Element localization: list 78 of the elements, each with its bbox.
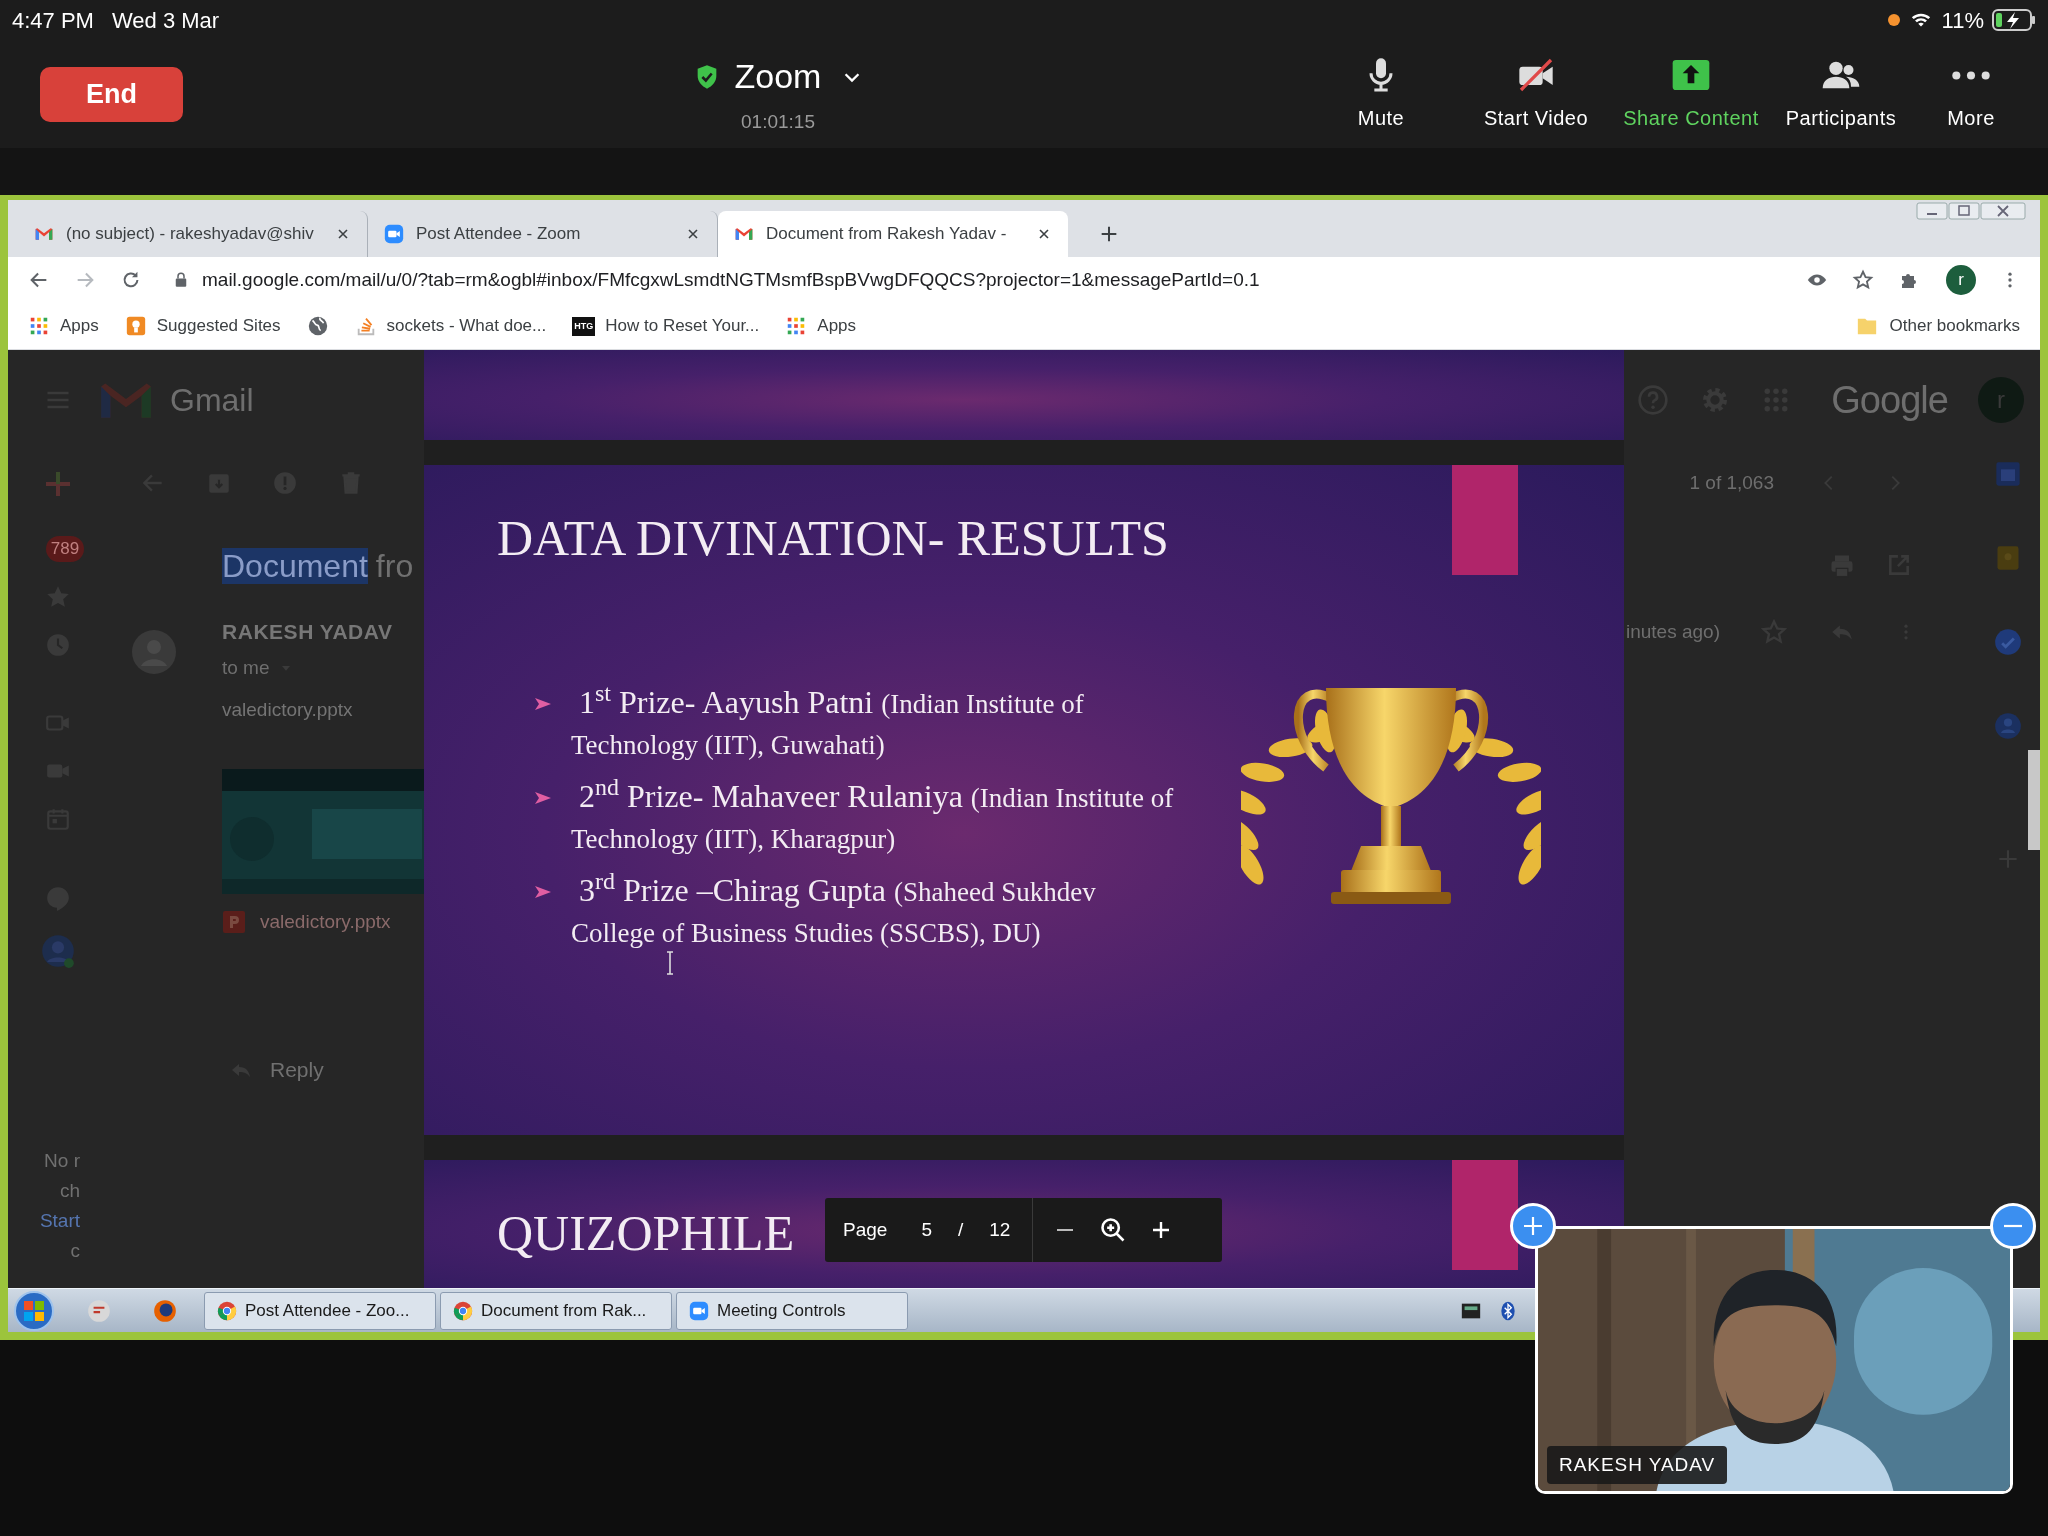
google-wordmark: Google xyxy=(1831,377,1948,423)
powerpoint-file-icon xyxy=(222,909,246,934)
taskbar-button[interactable]: Document from Rak... xyxy=(440,1291,672,1330)
suggested-sites-icon xyxy=(124,315,147,337)
more-icon xyxy=(1949,68,1993,83)
bookmark[interactable]: sockets - What doe... xyxy=(354,313,547,339)
sender-avatar-icon xyxy=(132,630,176,674)
taskbar-button[interactable]: Meeting Controls xyxy=(676,1291,908,1330)
page-number: 5 xyxy=(921,1217,932,1242)
minimize-icon[interactable] xyxy=(1916,202,1948,220)
page-label: Page xyxy=(843,1217,888,1242)
received-time: inutes ago) xyxy=(1626,620,1720,644)
calendar-app-icon[interactable] xyxy=(1994,460,2022,488)
maximize-icon[interactable] xyxy=(1948,202,1980,220)
unread-count-badge: 789 xyxy=(45,536,85,562)
compose-plus-icon[interactable] xyxy=(44,470,72,498)
bookmark[interactable] xyxy=(306,315,329,337)
meeting-control-button[interactable]: Share Content xyxy=(1616,55,1766,133)
start-orb-icon[interactable] xyxy=(14,1290,54,1331)
meeting-title: Zoom xyxy=(734,56,822,98)
message-body-text: valedictory.pptx xyxy=(222,698,353,722)
firefox-icon[interactable] xyxy=(152,1297,178,1324)
bullet-arrow-icon xyxy=(535,792,551,804)
bookmark[interactable]: Suggested Sites xyxy=(124,313,281,339)
tasks-app-icon[interactable] xyxy=(1994,628,2022,656)
cut-text: No r xyxy=(44,1149,80,1173)
bookmark[interactable]: Apps xyxy=(785,313,857,339)
slide-title: QUIZOPHILE xyxy=(497,1208,795,1258)
meeting-control-button[interactable]: More xyxy=(1916,56,2026,133)
cut-text: c xyxy=(70,1239,80,1263)
participant-name-label: RAKESH YADAV xyxy=(1547,1445,1728,1484)
video-camera-icon xyxy=(384,224,404,244)
status-date: Wed 3 Mar xyxy=(111,6,220,35)
bullet-arrow-icon xyxy=(535,698,551,710)
browser-tab[interactable]: Document from Rakesh Yadav - xyxy=(718,211,1068,257)
message-counter: 1 of 1,063 xyxy=(1689,470,1774,495)
contacts-app-icon[interactable] xyxy=(1994,712,2022,740)
recipient-text: to me xyxy=(222,655,270,680)
minus-icon xyxy=(2001,1224,2025,1228)
slide-title: DATA DIVINATION- RESULTS xyxy=(497,513,1170,563)
cut-text: ch xyxy=(59,1179,80,1203)
chrome-logo-icon xyxy=(453,1300,473,1321)
status-time: 4:47 PM xyxy=(12,6,94,35)
plus-icon xyxy=(1521,1214,1545,1238)
pinned-app-icon[interactable] xyxy=(86,1297,112,1324)
scrollbar-thumb[interactable] xyxy=(2028,750,2040,850)
meeting-elapsed-time: 01:01:15 xyxy=(741,110,815,135)
battery-charging-icon xyxy=(1992,9,2036,31)
email-subject: Document fro xyxy=(222,547,414,586)
page-separator: / xyxy=(957,1217,964,1242)
battery-percent: 11% xyxy=(1941,6,1984,35)
taskbar-button[interactable]: Post Attendee - Zoo... xyxy=(204,1291,436,1330)
bookmark[interactable]: Apps xyxy=(28,313,99,339)
apps-grid-icon xyxy=(28,315,50,337)
contact-avatar-icon[interactable] xyxy=(41,933,75,968)
meeting-control-button[interactable]: Participants xyxy=(1766,55,1916,133)
bluetooth-icon[interactable] xyxy=(1498,1299,1518,1322)
bullet-text: 1$^{st}$ Prize- Aayush Patni (Indian Institute of Technology (IIT), Guwahati) xyxy=(571,683,1084,762)
gmail-wordmark: Gmail xyxy=(170,381,254,420)
meeting-control-button[interactable]: Mute xyxy=(1306,55,1456,133)
bullet-text: 3$^{rd}$ Prize –Chirag Gupta (Shaheed Sukhdev College of Business Studies (SSCBS), DU) xyxy=(571,871,1096,950)
profile-avatar[interactable]: r xyxy=(1946,265,1976,295)
end-button[interactable]: End xyxy=(40,66,183,122)
meeting-control-button[interactable]: Start Video xyxy=(1456,55,1616,133)
bullet-arrow-icon xyxy=(535,886,551,898)
bookmark[interactable]: HTG How to Reset Your... xyxy=(572,313,760,339)
sender-name: RAKESH YADAV xyxy=(222,619,393,645)
address-bar[interactable]: mail.google.com/mail/u/0/?tab=rm&ogbl#inbox/FMfcgxwLsmdtNGTMsmfBspBVwgDFQQCS?projector=1&messagePartId=0.1 xyxy=(172,261,1782,299)
close-icon[interactable] xyxy=(1980,202,2026,220)
text-cursor-icon xyxy=(665,951,675,975)
bookmark[interactable]: Other bookmarks xyxy=(1855,313,2020,339)
chrome-logo-icon xyxy=(217,1300,237,1321)
star-outline-icon[interactable] xyxy=(1852,269,1874,291)
globe-icon xyxy=(306,315,329,337)
video-camera-icon xyxy=(689,1300,709,1321)
recording-dot-icon xyxy=(1887,14,1900,26)
page-total: 12 xyxy=(989,1217,1011,1242)
bullet-text: 2$^{nd}$ Prize- Mahaveer Rulaniya (Indian Institute of Technology (IIT), Kharagpur) xyxy=(571,777,1174,856)
